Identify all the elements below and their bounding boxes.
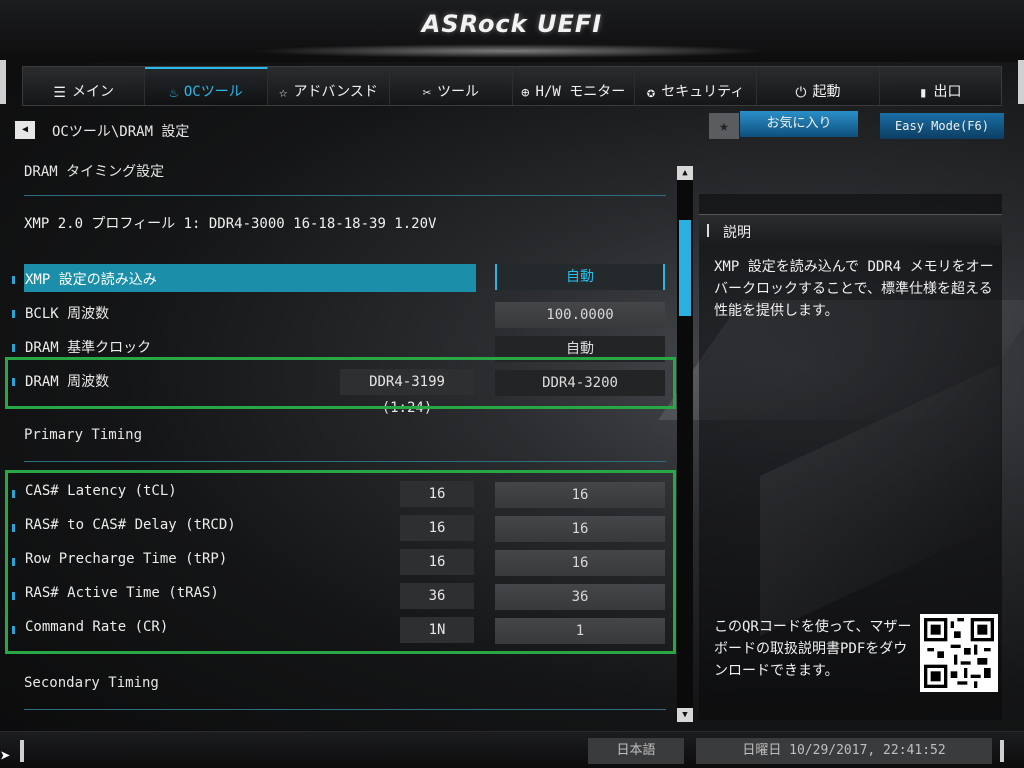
favorite-star-button[interactable]: ★ [709,113,739,139]
qr-instruction-text: このQRコードを使って、マザーボードの取扱説明書PDFをダウンロードできます。 [714,619,912,679]
power-icon: ⏻ [795,85,807,101]
annotation-box-dram-frequency [5,357,676,409]
favorites-button[interactable]: お気に入り [740,111,858,137]
header-bar-icon [707,224,709,237]
star-icon: ★ [719,116,729,135]
status-bar-left-edge [20,740,24,762]
tab-hw-monitor[interactable]: ⊕ H/W モニター [512,67,635,105]
tab-advanced[interactable]: ☆ アドバンスド [267,67,391,105]
setting-value-dropdown[interactable]: 自動 [495,264,665,290]
breadcrumb: OCツール\DRAM 設定 [52,124,190,140]
tab-main[interactable]: ☰ メイン [23,67,146,105]
tab-label: アドバンスド [293,84,378,100]
row-marker-icon [12,310,15,318]
header-bar: ASRock UEFI [0,0,1024,62]
language-selector[interactable]: 日本語 [588,738,684,764]
description-title: 説明 [723,225,751,241]
tab-tools[interactable]: ✂ ツール [390,67,513,105]
tab-boot[interactable]: ⏻ 起動 [757,67,880,105]
setting-row-bclk[interactable]: BCLK 周波数 100.0000 [10,298,670,328]
triangle-up-icon: ▲ [682,168,688,178]
list-icon: ☰ [53,85,66,101]
description-text: XMP 設定を読み込んで DDR4 メモリをオーバークロックすることで、標準仕様… [714,259,994,319]
exit-icon: ▮ [919,85,928,101]
tab-exit[interactable]: ▮ 出口 [879,67,1001,105]
star-icon: ☆ [279,85,288,101]
setting-label: BCLK 周波数 [25,306,110,322]
tab-label: 起動 [812,84,841,100]
triangle-down-icon: ▼ [682,710,688,720]
shield-icon: ✪ [646,85,656,101]
easy-mode-button[interactable]: Easy Mode(F6) [880,113,1004,139]
tab-label: セキュリティ [661,84,745,100]
tools-icon: ✂ [422,85,432,101]
scrollbar-thumb[interactable] [679,220,691,316]
section-title-primary-timing: Primary Timing [24,427,143,443]
tab-label: メイン [71,84,114,100]
main-tab-bar: ☰ メイン ♨ OCツール ☆ アドバンスド ✂ ツール ⊕ H/W モニター … [22,66,1002,106]
section-divider [24,195,666,196]
tab-security[interactable]: ✪ セキュリティ [634,67,758,105]
scroll-down-button[interactable]: ▼ [677,708,693,722]
setting-value-input[interactable]: 100.0000 [495,302,665,328]
left-edge-bar [0,60,6,104]
section-title-dram-timing: DRAM タイミング設定 [24,164,165,180]
globe-icon: ⊕ [521,85,530,101]
tab-label: OCツール [183,84,243,100]
datetime-display: 日曜日 10/29/2017, 22:41:52 [696,738,992,764]
setting-label: DRAM 基準クロック [25,340,152,356]
back-button[interactable]: ◀ [15,121,35,139]
row-marker-icon [12,276,15,284]
mouse-cursor-icon: ➤ [0,746,11,767]
flame-icon: ♨ [169,85,178,101]
qr-code-image [920,614,998,692]
status-bar-right-edge [1000,740,1004,762]
section-divider [24,461,666,462]
right-edge-bar [1018,60,1024,104]
chevron-left-icon: ◀ [21,124,29,135]
row-marker-icon [12,344,15,352]
section-divider [24,709,666,710]
tab-label: 出口 [933,84,962,100]
setting-row-load-xmp[interactable]: XMP 設定の読み込み 自動 [10,264,670,294]
annotation-box-primary-timing [5,470,676,654]
description-header: 説明 [699,214,1002,246]
section-title-secondary-timing: Secondary Timing [24,675,159,691]
tab-label: ツール [437,84,480,100]
tab-oc-tweaker[interactable]: ♨ OCツール [145,67,268,105]
header-glow [250,44,770,58]
setting-label: XMP 設定の読み込み [25,272,157,288]
scroll-up-button[interactable]: ▲ [677,166,693,180]
tab-label: H/W モニター [535,84,626,100]
asrock-uefi-logo: ASRock UEFI [421,10,603,38]
xmp-profile-info: XMP 2.0 プロフィール 1: DDR4-3000 16-18-18-39 … [24,216,437,232]
